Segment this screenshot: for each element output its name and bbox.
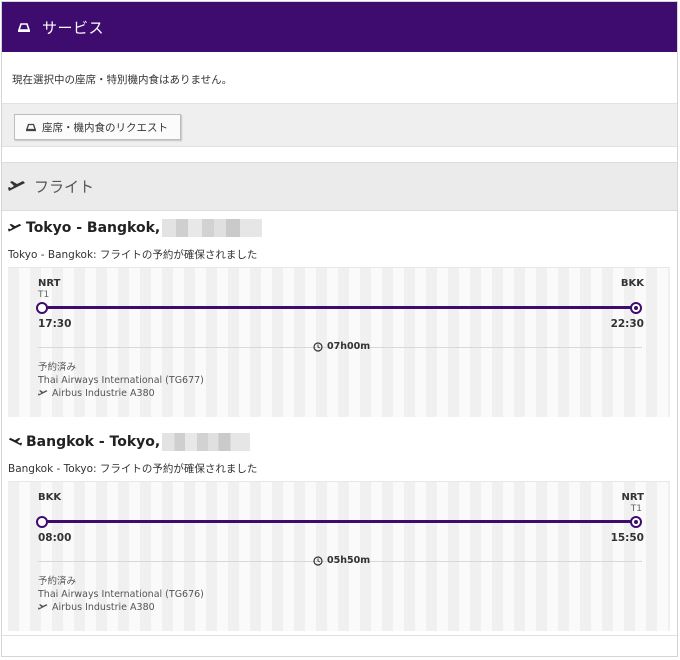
route-line: [42, 306, 638, 309]
arrival-airport-code: NRT: [621, 492, 644, 503]
arrival-time: 22:30: [610, 318, 644, 330]
seat-icon: [25, 121, 37, 133]
seat-icon: [16, 19, 32, 35]
booking-details-panel: サービス 現在選択中の座席・特別機内食はありません。 座席・機内食のリクエスト …: [1, 1, 678, 657]
request-seat-meal-label: 座席・機内食のリクエスト: [42, 121, 168, 134]
arrival-marker: [630, 302, 642, 314]
flights-header: フライト: [2, 163, 677, 211]
aircraft-type: Airbus Industrie A380: [52, 602, 155, 613]
services-header: サービス: [2, 2, 677, 52]
departure-time: 17:30: [38, 318, 72, 330]
booking-status: 予約済み: [38, 576, 77, 587]
flights-panel: フライト Tokyo - Bangkok, Tokyo - Bangkok: フ…: [2, 162, 677, 636]
segment-title: Tokyo - Bangkok,: [8, 219, 263, 237]
arrival-terminal: T1: [630, 504, 642, 514]
airplane-icon: [8, 178, 26, 196]
flight-timeline: BKK NRT T1 08:00 15:50 05h50m 予約済み Thai …: [8, 481, 670, 631]
departure-airport-code: NRT: [38, 278, 61, 289]
services-title: サービス: [42, 18, 105, 37]
departure-marker: [36, 302, 48, 314]
route-line: [42, 520, 638, 523]
aircraft-type: Airbus Industrie A380: [52, 388, 155, 399]
departure-airport-code: BKK: [38, 492, 62, 503]
redacted-date: [162, 219, 263, 237]
airplane-return-icon: [8, 435, 22, 449]
arrival-time: 15:50: [610, 532, 644, 544]
carrier-flight-number: Thai Airways International (TG676): [38, 589, 204, 600]
clock-icon: [313, 341, 323, 352]
arrival-airport-code: BKK: [620, 278, 644, 289]
clock-icon: [313, 555, 323, 566]
flight-duration: 05h50m: [313, 555, 370, 566]
departure-marker: [36, 516, 48, 528]
segment-route: Bangkok - Tokyo,: [26, 434, 161, 450]
departure-terminal: T1: [38, 290, 50, 300]
panel-bottom-divider: [2, 635, 677, 636]
carrier-flight-number: Thai Airways International (TG677): [38, 375, 204, 386]
request-seat-meal-button[interactable]: 座席・機内食のリクエスト: [14, 114, 181, 140]
flight-info: 予約済み Thai Airways International (TG676) …: [38, 575, 204, 614]
duration-value: 05h50m: [327, 555, 371, 566]
segment-status: Bangkok - Tokyo: フライトの予約が確保されました: [8, 463, 258, 475]
segment-status: Tokyo - Bangkok: フライトの予約が確保されました: [8, 249, 258, 261]
segment-route: Tokyo - Bangkok,: [26, 220, 161, 236]
redacted-date: [162, 433, 251, 451]
flight-duration: 07h00m: [313, 341, 370, 352]
flight-timeline: NRT T1 BKK 17:30 22:30 07h00m 予約済み Thai …: [8, 267, 670, 417]
flights-title: フライト: [34, 178, 95, 196]
flight-info: 予約済み Thai Airways International (TG677) …: [38, 361, 204, 400]
aircraft-row: Airbus Industrie A380: [38, 387, 204, 400]
duration-value: 07h00m: [327, 341, 371, 352]
arrival-marker: [630, 516, 642, 528]
booking-status: 予約済み: [38, 362, 77, 373]
no-selection-message: 現在選択中の座席・特別機内食はありません。: [12, 74, 233, 86]
aircraft-row: Airbus Industrie A380: [38, 601, 204, 614]
departure-time: 08:00: [38, 532, 72, 544]
airplane-icon: [8, 221, 22, 235]
airplane-icon: [38, 389, 48, 399]
airplane-icon: [38, 603, 48, 613]
segment-title: Bangkok - Tokyo,: [8, 433, 251, 451]
services-action-bar: 座席・機内食のリクエスト: [2, 103, 677, 147]
